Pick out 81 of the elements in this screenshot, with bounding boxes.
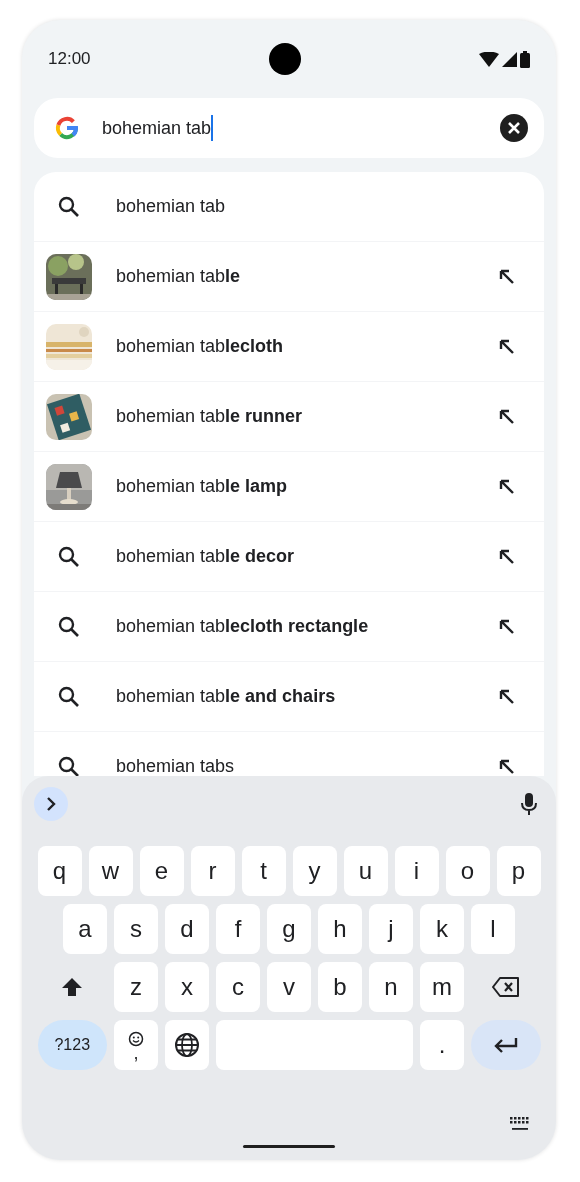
key[interactable]: e — [139, 846, 184, 896]
emoji-comma-key[interactable]: , — [114, 1020, 158, 1070]
shift-icon — [61, 976, 84, 998]
suggestion-row[interactable]: bohemian tab — [34, 172, 544, 242]
key[interactable]: y — [292, 846, 337, 896]
arrow-up-left-icon[interactable] — [498, 477, 516, 496]
arrow-up-left-icon[interactable] — [498, 407, 516, 426]
suggestion-row[interactable]: bohemian table runner — [34, 382, 544, 452]
arrow-up-left-icon[interactable] — [498, 337, 516, 356]
suggestion-text: bohemian tablecloth — [116, 336, 285, 357]
suggestion-text: bohemian table runner — [116, 406, 304, 427]
search-icon — [57, 754, 81, 776]
symbols-key[interactable]: ?123 — [37, 1020, 107, 1070]
suggestion-text: bohemian table decor — [116, 546, 296, 567]
key[interactable]: l — [471, 904, 515, 954]
enter-key[interactable] — [471, 1020, 541, 1070]
arrow-up-left-icon[interactable] — [498, 267, 516, 286]
key[interactable]: n — [369, 962, 413, 1012]
key[interactable]: r — [190, 846, 235, 896]
key[interactable]: g — [267, 904, 311, 954]
keyboard-icon — [510, 1117, 530, 1131]
globe-key[interactable] — [165, 1020, 209, 1070]
arrow-up-left-icon[interactable] — [498, 547, 516, 566]
key[interactable]: z — [114, 962, 158, 1012]
suggestion-row[interactable]: bohemian table and chairs — [34, 662, 544, 732]
enter-icon — [492, 1036, 519, 1054]
arrow-up-left-icon[interactable] — [498, 757, 516, 776]
microphone-icon — [520, 792, 538, 816]
search-icon — [57, 194, 81, 219]
suggestion-text: bohemian table lamp — [116, 476, 289, 497]
suggestion-row[interactable]: bohemian table lamp — [34, 452, 544, 522]
suggestion-row[interactable]: bohemian table decor — [34, 522, 544, 592]
key[interactable]: u — [343, 846, 388, 896]
globe-icon — [174, 1032, 200, 1058]
expand-button[interactable] — [34, 787, 68, 821]
arrow-up-left-icon[interactable] — [498, 617, 516, 636]
key[interactable]: b — [318, 962, 362, 1012]
search-icon — [57, 544, 81, 569]
clock-time: 12:00 — [48, 49, 91, 69]
suggestion-text: bohemian table and chairs — [116, 686, 337, 707]
camera-hole-icon — [268, 43, 301, 75]
key[interactable]: s — [114, 904, 158, 954]
text-cursor — [211, 115, 214, 141]
key[interactable]: k — [420, 904, 464, 954]
chevron-right-icon — [45, 796, 57, 812]
smiley-icon — [128, 1031, 144, 1047]
key[interactable]: f — [216, 904, 260, 954]
suggestion-row[interactable]: bohemian table — [34, 242, 544, 312]
key[interactable]: q — [37, 846, 82, 896]
search-field[interactable]: bohemian tab — [102, 108, 500, 148]
navigation-handle[interactable] — [243, 1145, 335, 1148]
suggestion-text: bohemian tablecloth rectangle — [116, 616, 370, 637]
close-icon — [508, 122, 520, 134]
key[interactable]: p — [496, 846, 541, 896]
period-key[interactable]: . — [420, 1020, 464, 1070]
search-icon — [57, 614, 81, 639]
key[interactable]: o — [445, 846, 490, 896]
suggestion-row[interactable]: bohemian tablecloth rectangle — [34, 592, 544, 662]
key[interactable]: t — [241, 846, 286, 896]
key[interactable]: w — [88, 846, 133, 896]
key[interactable]: j — [369, 904, 413, 954]
suggestion-row[interactable]: bohemian tablecloth — [34, 312, 544, 382]
key[interactable]: i — [394, 846, 439, 896]
wifi-icon — [479, 51, 499, 67]
battery-icon — [520, 50, 530, 68]
key[interactable]: v — [267, 962, 311, 1012]
signal-icon — [502, 51, 517, 67]
arrow-up-left-icon[interactable] — [498, 687, 516, 706]
suggestion-text: bohemian tabs — [116, 756, 236, 776]
search-icon — [57, 684, 81, 709]
backspace-icon — [491, 976, 520, 998]
key[interactable]: x — [165, 962, 209, 1012]
clear-button[interactable] — [500, 114, 528, 142]
suggestion-text: bohemian tab — [116, 196, 227, 217]
key[interactable]: h — [318, 904, 362, 954]
suggestion-text: bohemian table — [116, 266, 242, 287]
key[interactable]: m — [420, 962, 464, 1012]
key[interactable]: d — [165, 904, 209, 954]
google-logo-icon — [54, 115, 80, 141]
key[interactable]: a — [63, 904, 107, 954]
key[interactable]: c — [216, 962, 260, 1012]
